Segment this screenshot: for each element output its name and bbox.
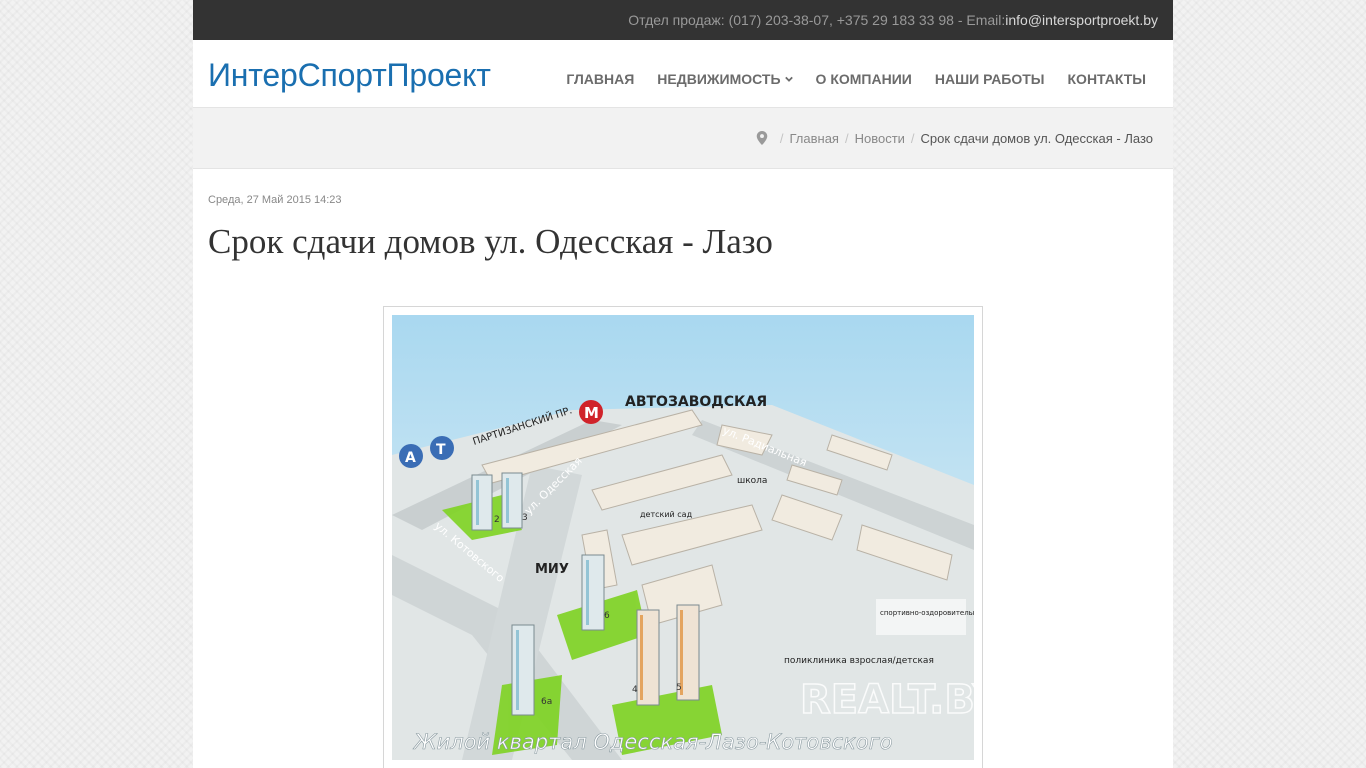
nav-works-label: НАШИ РАБОТЫ: [934, 71, 1045, 87]
building-number-3: 3: [522, 513, 528, 523]
main-nav: ГЛАВНАЯ НЕДВИЖИМОСТЬ О КОМПАНИИ НАШИ РАБ…: [543, 71, 1146, 87]
site-logo[interactable]: ИнтерСпортПроект: [208, 57, 491, 94]
sales-contact-text: Отдел продаж: (017) 203-38-07, +375 29 1…: [628, 12, 1006, 28]
page: Отдел продаж: (017) 203-38-07, +375 29 1…: [193, 0, 1173, 768]
header: ИнтерСпортПроект ГЛАВНАЯ НЕДВИЖИМОСТЬ О …: [193, 40, 1173, 108]
watermark: REALT.BY: [800, 677, 974, 723]
school-label: школа: [737, 476, 767, 486]
district-map-image[interactable]: 2 3 4 5 6 6а М А Т АВТОЗАВОДСКАЯ ПАРТИЗА…: [392, 315, 974, 760]
nav-home[interactable]: ГЛАВНАЯ: [566, 71, 634, 87]
article-image-frame: 2 3 4 5 6 6а М А Т АВТОЗАВОДСКАЯ ПАРТИЗА…: [383, 306, 983, 768]
breadcrumb-news[interactable]: Новости: [855, 131, 905, 146]
building-number-6a: 6а: [541, 697, 552, 707]
nav-works[interactable]: НАШИ РАБОТЫ: [935, 71, 1045, 87]
breadcrumb-separator: /: [910, 130, 915, 146]
bus-letter: А: [405, 450, 416, 466]
miu-label: МИУ: [535, 562, 569, 577]
top-bar: Отдел продаж: (017) 203-38-07, +375 29 1…: [193, 0, 1173, 40]
building-number-2: 2: [494, 515, 500, 525]
kindergarten-label: детский сад: [640, 510, 693, 519]
tram-letter: Т: [436, 442, 446, 458]
nav-about[interactable]: О КОМПАНИИ: [816, 71, 912, 87]
breadcrumb-separator: /: [844, 130, 849, 146]
clinic-label: поликлиника взрослая/детская: [784, 656, 934, 666]
image-caption: Жилой квартал Одесская-Лазо-Котовского: [412, 730, 893, 754]
metro-letter: М: [584, 404, 599, 422]
nav-realty[interactable]: НЕДВИЖИМОСТЬ: [657, 71, 793, 87]
nav-about-label: О КОМПАНИИ: [815, 71, 912, 87]
chevron-down-icon: [784, 76, 793, 82]
building-number-6: 6: [604, 611, 610, 621]
email-link[interactable]: info@intersportproekt.by: [1005, 12, 1158, 28]
article-title: Срок сдачи домов ул. Одесская - Лазо: [208, 222, 773, 261]
nav-contacts[interactable]: КОНТАКТЫ: [1068, 71, 1146, 87]
nav-realty-label: НЕДВИЖИМОСТЬ: [657, 71, 781, 87]
building-number-5: 5: [676, 683, 682, 693]
nav-home-label: ГЛАВНАЯ: [566, 71, 635, 87]
nav-contacts-label: КОНТАКТЫ: [1067, 71, 1146, 87]
breadcrumb-home[interactable]: Главная: [789, 131, 838, 146]
breadcrumb: / Главная / Новости / Срок сдачи домов у…: [193, 108, 1173, 169]
breadcrumb-current: Срок сдачи домов ул. Одесская - Лазо: [920, 130, 1153, 146]
breadcrumb-separator: /: [779, 130, 784, 146]
article: Среда, 27 Май 2015 14:23 Срок сдачи домо…: [193, 194, 1173, 768]
map-marker-icon: [756, 131, 768, 145]
article-date: Среда, 27 Май 2015 14:23: [208, 194, 342, 206]
sport-complex-label: спортивно-оздоровительный комплекс: [880, 609, 974, 617]
station-label: АВТОЗАВОДСКАЯ: [625, 394, 767, 410]
building-number-4: 4: [632, 685, 638, 695]
